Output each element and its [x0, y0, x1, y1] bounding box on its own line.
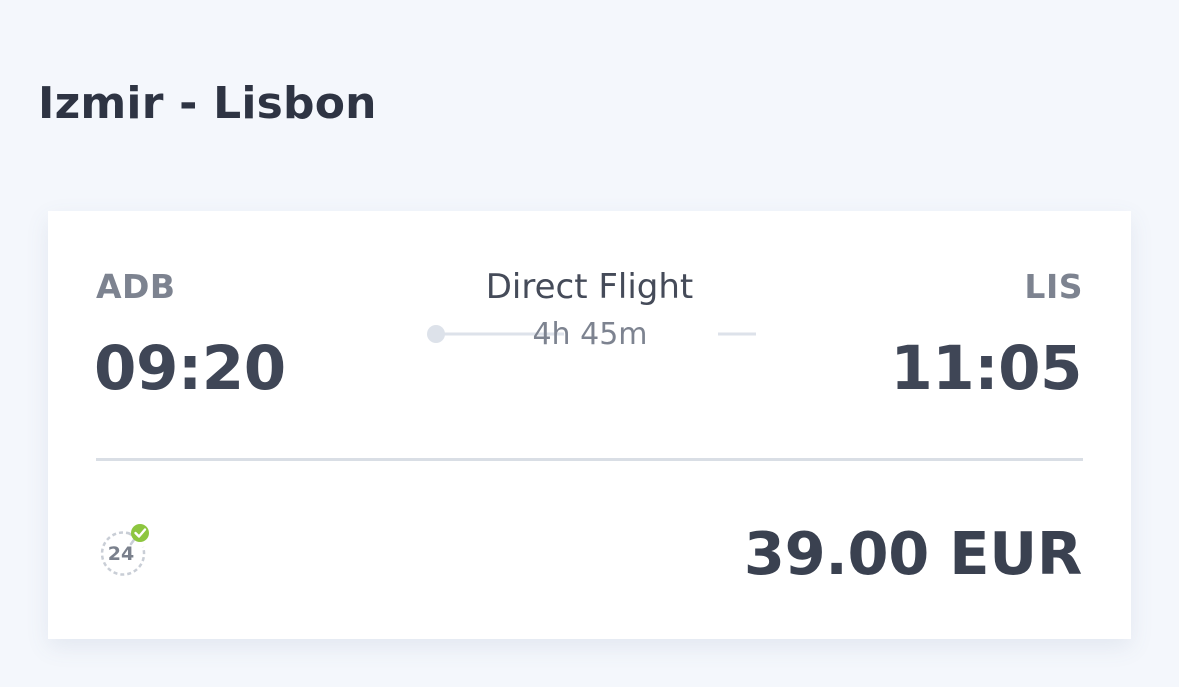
arrival-time: 11:05: [890, 333, 1082, 404]
flight-type-label: Direct Flight: [485, 267, 694, 307]
card-divider: [96, 458, 1083, 461]
page: Izmir - Lisbon ADB 09:20 Direct Flight 4…: [0, 0, 1179, 687]
flight-card[interactable]: ADB 09:20 Direct Flight 4h 45m LIS 11:05…: [48, 211, 1131, 639]
24h-refund-check-icon: 24: [98, 523, 152, 577]
departure-time: 09:20: [94, 333, 286, 404]
flight-duration: 4h 45m: [532, 317, 648, 352]
refund-badge-number: 24: [108, 543, 134, 565]
arrival-airport-code: LIS: [1024, 267, 1083, 306]
page-title: Izmir - Lisbon: [38, 78, 377, 129]
flight-timeline: 4h 45m: [424, 317, 756, 352]
fare-price: 39.00 EUR: [743, 519, 1082, 588]
